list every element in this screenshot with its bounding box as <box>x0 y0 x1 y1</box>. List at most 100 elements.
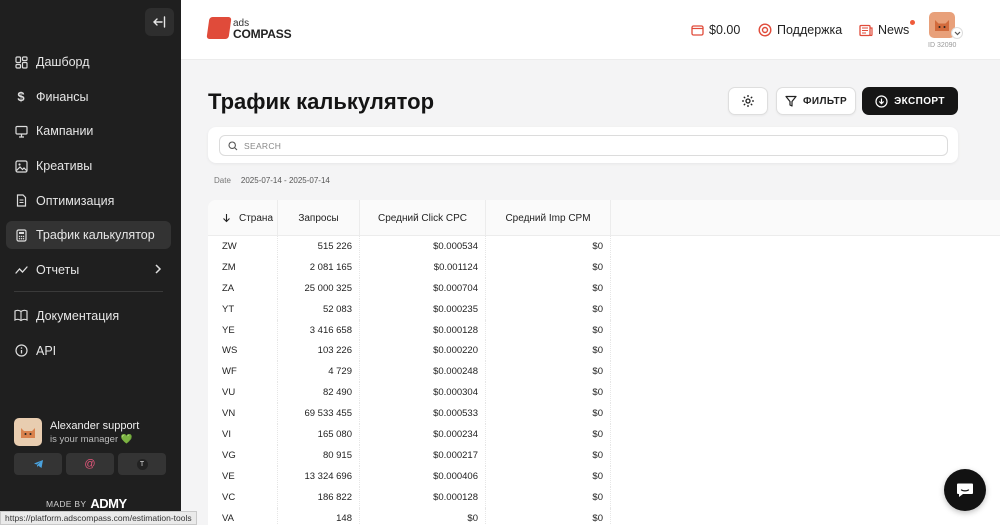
table-row: VN 69 533 455 $0.000533 $0 <box>208 403 1000 425</box>
table-row: VU 82 490 $0.000304 $0 <box>208 382 1000 404</box>
table-row: VI 165 080 $0.000234 $0 <box>208 424 1000 445</box>
table-row: YE 3 416 658 $0.000128 $0 <box>208 319 1000 341</box>
telegram-button[interactable] <box>14 453 62 475</box>
sidebar-item-label: API <box>36 343 57 358</box>
cell-avg-cpc: $0.000235 <box>360 298 486 320</box>
table-header: Страна Запросы Средний Click CPC Средний… <box>208 200 1000 236</box>
cell-requests: 69 533 455 <box>278 403 360 425</box>
column-header-avg-cpc[interactable]: Средний Click CPC <box>360 200 486 236</box>
book-icon <box>14 309 28 323</box>
chat-button[interactable] <box>944 469 986 511</box>
cell-avg-cpc: $0 <box>360 507 486 525</box>
page-title: Трафик калькулятор <box>208 89 435 114</box>
filter-button[interactable]: ФИЛЬТР <box>776 87 856 115</box>
cell-avg-cpm: $0 <box>486 444 611 466</box>
sidebar-item-finance[interactable]: $ Финансы <box>6 83 171 111</box>
sort-arrow-icon <box>223 214 230 223</box>
table-row: WF 4 729 $0.000248 $0 <box>208 361 1000 383</box>
sidebar-item-dashboard[interactable]: Дашборд <box>6 48 171 76</box>
column-header-label: Средний Imp CPM <box>505 212 591 224</box>
cell-avg-cpc: $0.000304 <box>360 382 486 404</box>
sidebar-item-label: Отчеты <box>36 263 80 278</box>
date-range[interactable]: 2025-07-14 - 2025-07-14 <box>241 176 330 185</box>
cell-avg-cpm: $0 <box>486 382 611 404</box>
cell-requests: 82 490 <box>278 382 360 404</box>
cell-requests: 13 324 696 <box>278 465 360 487</box>
gear-icon <box>742 95 754 107</box>
cell-avg-cpc: $0.000534 <box>360 236 486 257</box>
cell-requests: 515 226 <box>278 236 360 257</box>
dashboard-icon <box>14 55 28 69</box>
table-body: ZW 515 226 $0.000534 $0 ZM 2 081 165 $0.001124… <box>208 236 1000 525</box>
sidebar-item-api[interactable]: API <box>6 337 171 365</box>
logo[interactable]: ads COMPASS <box>206 17 292 40</box>
cell-requests: 80 915 <box>278 444 360 466</box>
sidebar-item-campaigns[interactable]: Кампании <box>6 117 171 145</box>
support-label: Поддержка <box>777 23 843 37</box>
export-button[interactable]: ЭКСПОРТ <box>862 87 958 115</box>
support-button[interactable]: Поддержка <box>758 23 842 37</box>
skype-button[interactable]: T <box>118 453 166 475</box>
cell-avg-cpc: $0.000248 <box>360 361 486 383</box>
table-row: WS 103 226 $0.000220 $0 <box>208 340 1000 362</box>
search-icon <box>228 140 238 150</box>
admy-logo[interactable]: ADMY <box>90 496 127 511</box>
email-button[interactable]: @ <box>66 453 114 475</box>
cell-country: ZM <box>208 256 278 278</box>
cell-avg-cpc: $0.001124 <box>360 256 486 278</box>
filter-icon <box>785 95 797 107</box>
wallet-icon <box>691 24 704 36</box>
cell-requests: 3 416 658 <box>278 319 360 341</box>
column-header-country[interactable]: Страна <box>208 200 278 236</box>
sidebar-item-traffic-calculator[interactable]: Трафик калькулятор <box>6 221 171 250</box>
cell-avg-cpc: $0.000704 <box>360 277 486 299</box>
search-input[interactable] <box>244 140 844 151</box>
sidebar-item-label: Кампании <box>36 124 94 139</box>
settings-button[interactable] <box>728 87 768 115</box>
cell-avg-cpm: $0 <box>486 486 611 508</box>
news-button[interactable]: News <box>859 20 916 37</box>
cell-country: VN <box>208 403 278 425</box>
column-header-label: Страна <box>239 212 274 224</box>
cell-avg-cpm: $0 <box>486 340 611 362</box>
column-header-requests[interactable]: Запросы <box>278 200 360 236</box>
sidebar-item-label: Оптимизация <box>36 193 115 208</box>
sidebar-item-documentation[interactable]: Документация <box>6 302 171 330</box>
sidebar-item-optimization[interactable]: Оптимизация <box>6 187 171 215</box>
search-box[interactable] <box>219 135 948 156</box>
cell-country: ZA <box>208 277 278 299</box>
cell-avg-cpm: $0 <box>486 298 611 320</box>
cell-avg-cpc: $0.000128 <box>360 486 486 508</box>
skype-icon: T <box>136 458 148 470</box>
manager-contacts: @ T <box>14 453 166 475</box>
cell-avg-cpm: $0 <box>486 277 611 299</box>
sidebar-item-creatives[interactable]: Креативы <box>6 152 171 180</box>
table-row: ZW 515 226 $0.000534 $0 <box>208 236 1000 257</box>
cell-requests: 4 729 <box>278 361 360 383</box>
sidebar: Дашборд $ Финансы Кампании Креативы Опти… <box>0 0 181 525</box>
made-by: MADE BY ADMY <box>46 496 127 511</box>
cell-avg-cpc: $0.000220 <box>360 340 486 362</box>
lifebuoy-icon <box>758 23 772 37</box>
cell-avg-cpm: $0 <box>486 507 611 525</box>
top-header: ads COMPASS $0.00 Поддержка News ID 3209… <box>181 0 1000 60</box>
dollar-icon: $ <box>17 89 25 105</box>
cell-requests: 52 083 <box>278 298 360 320</box>
sidebar-item-label: Трафик калькулятор <box>36 228 155 243</box>
cell-country: VC <box>208 486 278 508</box>
table-row: VA 148 $0 $0 <box>208 507 1000 525</box>
sidebar-item-label: Креативы <box>36 159 93 174</box>
cell-avg-cpm: $0 <box>486 236 611 257</box>
balance-button[interactable]: $0.00 <box>691 23 740 37</box>
collapse-sidebar-button[interactable] <box>145 8 174 36</box>
sidebar-item-reports[interactable]: Отчеты <box>6 256 171 284</box>
manager-subtitle: is your manager 💚 <box>50 433 133 445</box>
search-card <box>208 127 958 163</box>
column-header-avg-cpm[interactable]: Средний Imp CPM <box>486 200 611 236</box>
sidebar-item-label: Дашборд <box>36 55 90 69</box>
balance-value: $0.00 <box>709 23 741 37</box>
newspaper-icon <box>859 24 873 37</box>
cell-avg-cpc: $0.000406 <box>360 465 486 487</box>
user-menu-chevron[interactable] <box>951 27 963 39</box>
logo-mark <box>206 17 232 39</box>
